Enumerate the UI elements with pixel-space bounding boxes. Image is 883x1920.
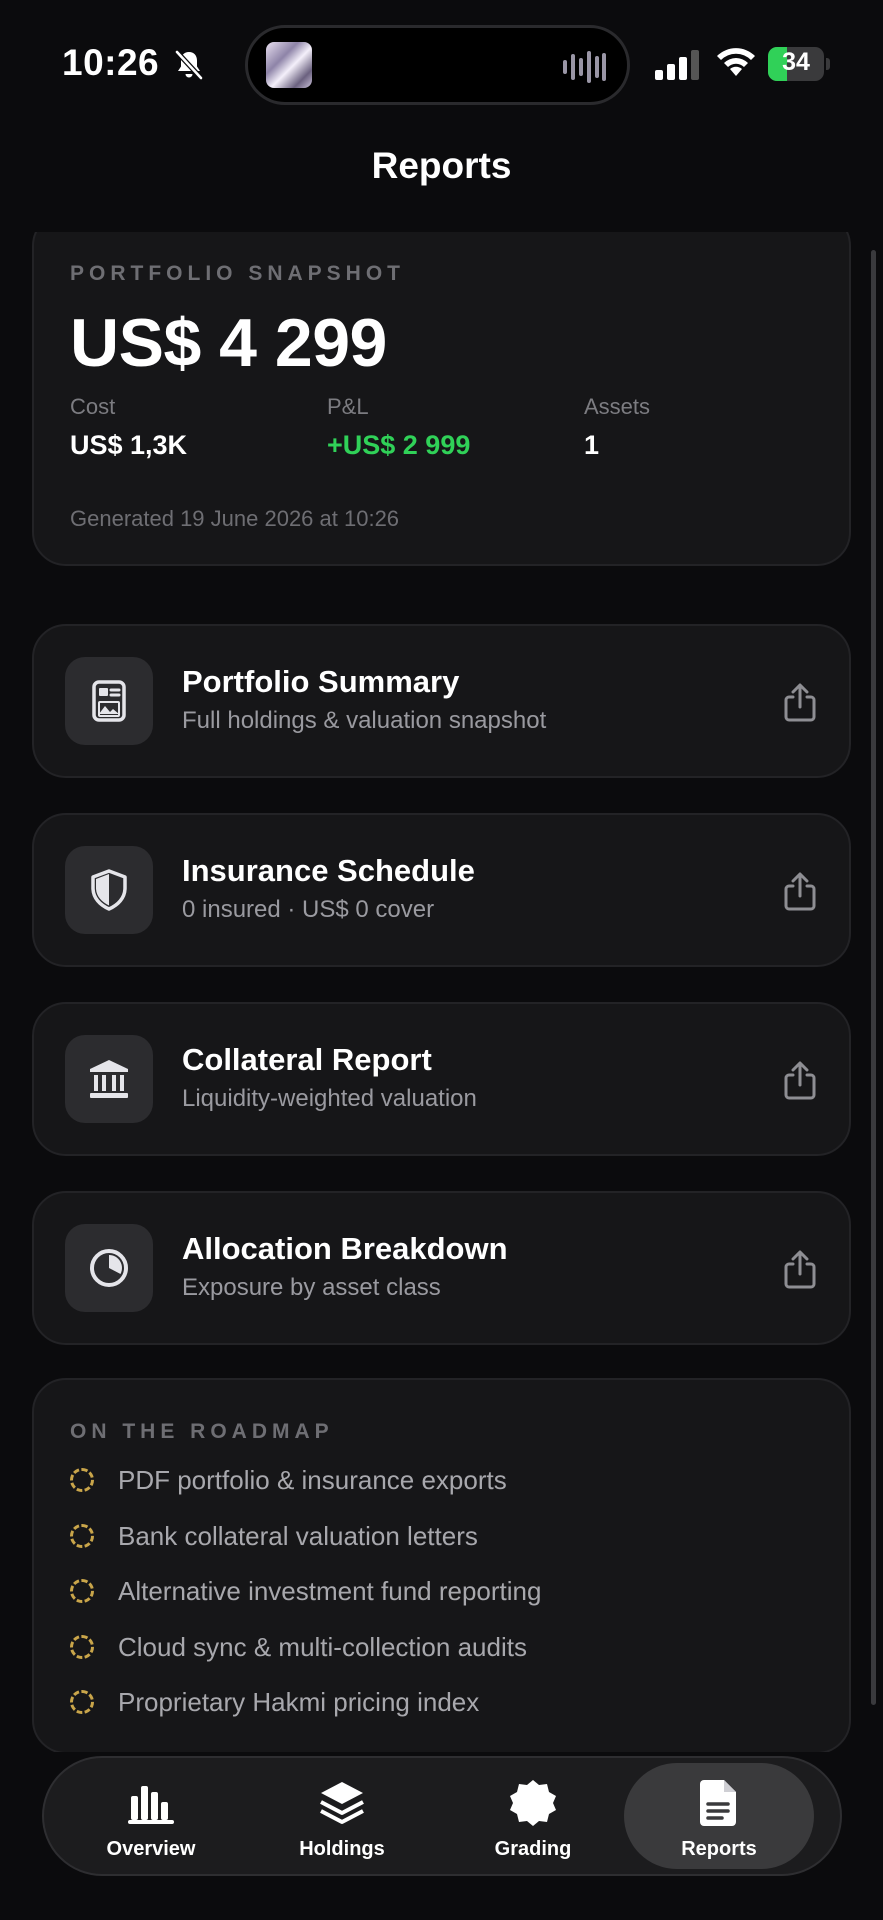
shield-icon	[91, 869, 127, 911]
cost-value: US$ 1,3K	[70, 430, 188, 460]
report-icon-container	[65, 657, 153, 745]
assets-value: 1	[584, 430, 600, 460]
document-icon	[700, 1780, 736, 1826]
status-time: 10:26	[62, 42, 160, 83]
pending-circle-icon	[70, 1579, 94, 1603]
badge-icon	[510, 1780, 556, 1826]
report-title: Allocation Breakdown	[182, 1231, 508, 1266]
dynamic-island[interactable]	[245, 25, 630, 105]
pending-circle-icon	[70, 1690, 94, 1714]
status-bar: 10:26 34	[0, 0, 883, 130]
roadmap-item-text: Alternative investment fund reporting	[118, 1576, 542, 1606]
wifi-icon	[717, 48, 755, 76]
bank-icon	[90, 1060, 128, 1098]
pie-chart-icon	[90, 1249, 128, 1287]
tab-label: Overview	[106, 1838, 196, 1860]
report-icon-container	[65, 1035, 153, 1123]
report-subtitle: 0 insured · US$ 0 cover	[182, 896, 435, 923]
share-icon[interactable]	[781, 683, 819, 723]
roadmap-item-text: Bank collateral valuation letters	[118, 1521, 478, 1551]
report-allocation-breakdown[interactable]: Allocation Breakdown Exposure by asset c…	[32, 1191, 851, 1345]
pnl-metric: P&L +US$ 2 999	[327, 394, 470, 461]
bell-off-icon	[175, 50, 203, 80]
tab-overview[interactable]: Overview	[56, 1758, 246, 1874]
tab-grading[interactable]: Grading	[438, 1758, 628, 1874]
pnl-label: P&L	[327, 394, 369, 419]
reports-scroll-view[interactable]: PORTFOLIO SNAPSHOT US$ 4 299 Cost US$ 1,…	[0, 232, 883, 1752]
battery-percent: 34	[782, 48, 810, 76]
roadmap-item-text: PDF portfolio & insurance exports	[118, 1465, 507, 1495]
document-icon	[92, 680, 126, 722]
tab-label: Reports	[681, 1838, 757, 1860]
now-playing-artwork	[266, 42, 312, 88]
share-icon[interactable]	[781, 1061, 819, 1101]
bar-chart-icon	[128, 1786, 174, 1824]
tab-label: Grading	[494, 1838, 572, 1860]
generated-timestamp: Generated 19 June 2026 at 10:26	[70, 506, 400, 531]
pending-circle-icon	[70, 1468, 94, 1492]
report-title: Collateral Report	[182, 1042, 432, 1077]
roadmap-item-text: Proprietary Hakmi pricing index	[118, 1687, 480, 1717]
cost-label: Cost	[70, 394, 116, 419]
pnl-value: +US$ 2 999	[327, 430, 471, 460]
report-icon-container	[65, 1224, 153, 1312]
share-icon[interactable]	[781, 1250, 819, 1290]
report-insurance-schedule[interactable]: Insurance Schedule 0 insured · US$ 0 cov…	[32, 813, 851, 967]
roadmap-item-text: Cloud sync & multi-collection audits	[118, 1632, 527, 1662]
pending-circle-icon	[70, 1635, 94, 1659]
roadmap-section-label: ON THE ROADMAP	[70, 1420, 334, 1443]
report-subtitle: Full holdings & valuation snapshot	[182, 707, 547, 734]
cost-metric: Cost US$ 1,3K	[70, 394, 187, 461]
assets-label: Assets	[584, 394, 651, 419]
pending-circle-icon	[70, 1524, 94, 1548]
share-icon[interactable]	[781, 872, 819, 912]
snapshot-section-label: PORTFOLIO SNAPSHOT	[70, 262, 406, 285]
report-collateral[interactable]: Collateral Report Liquidity-weighted val…	[32, 1002, 851, 1156]
report-subtitle: Exposure by asset class	[182, 1274, 441, 1301]
battery-indicator: 34	[768, 47, 830, 81]
scroll-indicator[interactable]	[871, 250, 876, 1705]
cellular-signal-icon	[655, 50, 699, 80]
assets-metric: Assets 1	[584, 394, 650, 461]
tab-holdings[interactable]: Holdings	[247, 1758, 437, 1874]
report-title: Insurance Schedule	[182, 853, 475, 888]
report-subtitle: Liquidity-weighted valuation	[182, 1085, 477, 1112]
layers-icon	[320, 1782, 364, 1824]
roadmap-card: ON THE ROADMAP PDF portfolio & insurance…	[32, 1378, 851, 1752]
portfolio-snapshot-card: PORTFOLIO SNAPSHOT US$ 4 299 Cost US$ 1,…	[32, 232, 851, 566]
report-portfolio-summary[interactable]: Portfolio Summary Full holdings & valuat…	[32, 624, 851, 778]
page-title: Reports	[371, 145, 512, 186]
report-title: Portfolio Summary	[182, 664, 460, 699]
report-icon-container	[65, 846, 153, 934]
snapshot-total-value: US$ 4 299	[70, 305, 387, 381]
audio-waveform-icon	[563, 51, 606, 83]
tab-reports[interactable]: Reports	[624, 1763, 814, 1869]
tab-bar: Overview Holdings Grading Reports	[42, 1756, 842, 1876]
tab-label: Holdings	[299, 1838, 385, 1860]
